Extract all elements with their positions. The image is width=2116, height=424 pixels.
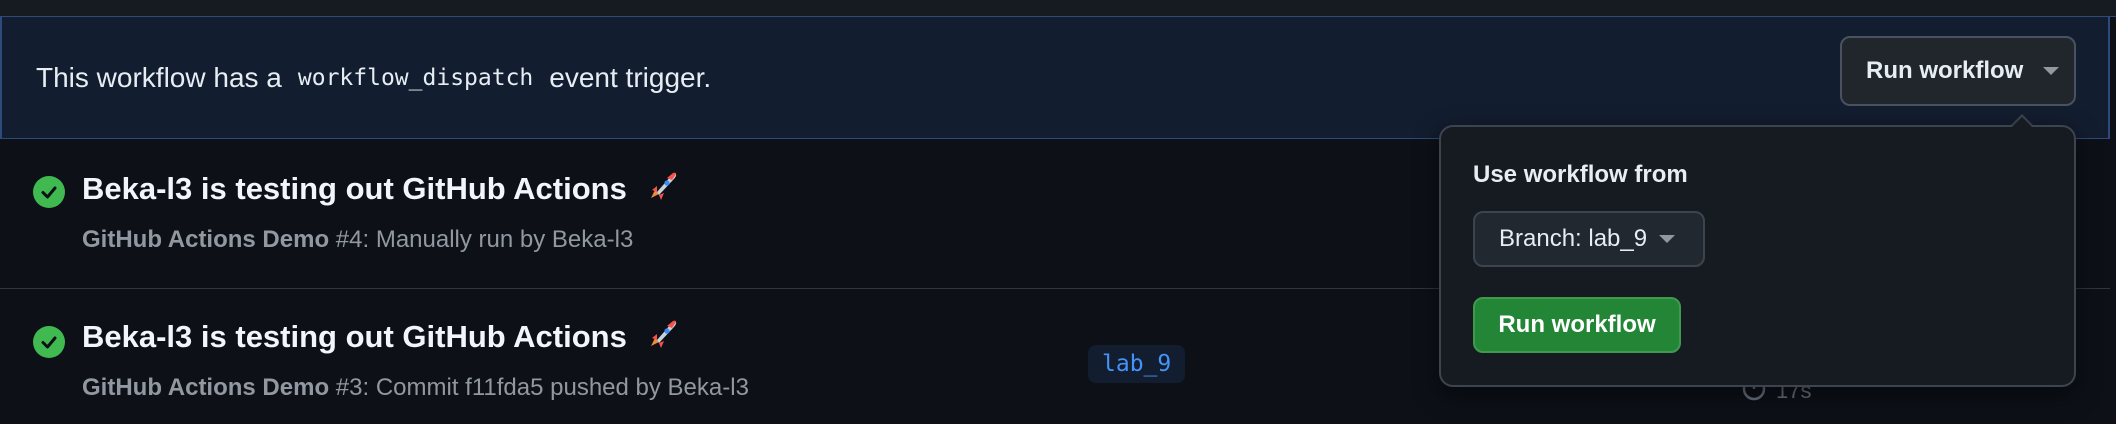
run-workflow-submit-button[interactable]: Run workflow (1473, 297, 1681, 353)
run-title: Beka-l3 is testing out GitHub Actions (82, 171, 627, 207)
check-circle-icon (33, 326, 65, 358)
rocket-icon (643, 168, 681, 214)
workflow-dispatch-banner: This workflow has a workflow_dispatch ev… (0, 17, 2110, 139)
branch-select-button[interactable]: Branch: lab_9 (1473, 211, 1705, 267)
dropdown-title: Use workflow from (1473, 161, 1688, 188)
run-number: #3 (335, 374, 363, 401)
branch-tag[interactable]: lab_9 (1088, 345, 1186, 383)
top-strip (0, 0, 2116, 17)
check-circle-icon (33, 176, 65, 208)
caret-down-icon (1659, 235, 1676, 243)
run-workflow-dropdown: Use workflow from Branch: lab_9 Run work… (1439, 125, 2076, 387)
run-detail: : Manually run by Beka-l3 (362, 226, 634, 253)
branch-select-label: Branch: lab_9 (1499, 225, 1648, 252)
run-subtitle: GitHub Actions Demo #3: Commit f11fda5 p… (82, 374, 749, 402)
banner-text: This workflow has a workflow_dispatch ev… (36, 17, 711, 139)
run-title-link[interactable]: Beka-l3 is testing out GitHub Actions (82, 316, 681, 362)
run-detail: : Commit f11fda5 pushed by Beka-l3 (362, 374, 749, 401)
caret-down-icon (2043, 67, 2060, 75)
run-title-link[interactable]: Beka-l3 is testing out GitHub Actions (82, 168, 681, 214)
banner-code: workflow_dispatch (297, 65, 534, 91)
run-workflow-dropdown-button[interactable]: Run workflow (1840, 36, 2076, 106)
dropdown-notch-inner (2012, 117, 2032, 127)
run-workflow-name: GitHub Actions Demo (82, 374, 330, 401)
rocket-icon (643, 316, 681, 362)
banner-text-before: This workflow has a (36, 62, 282, 93)
run-workflow-button-label: Run workflow (1866, 57, 2024, 84)
run-workflow-name: GitHub Actions Demo (82, 226, 330, 253)
run-number: #4 (335, 226, 363, 253)
run-title: Beka-l3 is testing out GitHub Actions (82, 319, 627, 355)
banner-text-after: event trigger. (549, 62, 712, 93)
run-subtitle: GitHub Actions Demo #4: Manually run by … (82, 226, 633, 254)
